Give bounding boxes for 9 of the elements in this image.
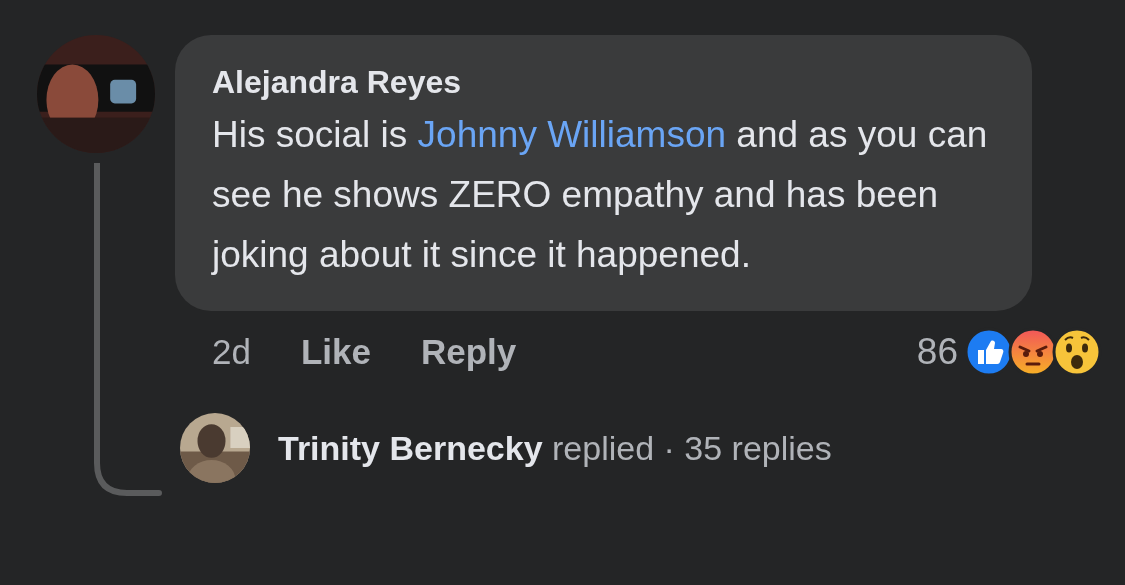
profile-link[interactable]: Johnny Williamson [417,114,727,155]
surprised-face-icon [1052,327,1102,377]
action-link[interactable]: Reply [421,332,517,372]
action-link[interactable]: Like [300,332,371,372]
replies-link[interactable]: Trinity Bernecky replied · 35 replies [278,428,832,468]
reaction-count: 86 [916,331,958,373]
timestamp: 2d [212,332,251,372]
author-name[interactable]: Alejandra Reyes [212,61,1002,103]
comment-text: His social is Johnny Williamson and as you can see he shows ZERO empathy and has been joking about it since it happened. [212,113,989,277]
